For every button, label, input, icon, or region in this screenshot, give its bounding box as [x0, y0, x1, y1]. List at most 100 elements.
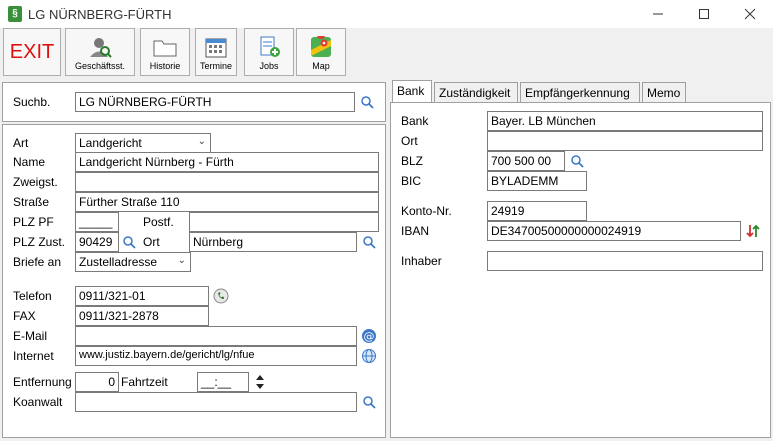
search-panel: Suchb. LG NÜRNBERG-FÜRTH [2, 82, 386, 122]
ort-search-button[interactable] [359, 232, 379, 252]
briefe-value: Zustelladresse [79, 255, 158, 269]
exit-button[interactable]: EXIT [3, 28, 61, 76]
fax-label: FAX [13, 309, 36, 323]
konto-label: Konto-Nr. [401, 204, 452, 218]
bank-label: Bank [401, 114, 429, 128]
search-label: Suchb. [13, 95, 51, 109]
ort-label: Ort [143, 235, 160, 249]
close-button[interactable] [727, 0, 773, 28]
historie-label: Historie [149, 61, 181, 71]
magnifier-icon [363, 396, 376, 409]
strasse-input[interactable]: Fürther Straße 110 [75, 192, 379, 212]
telefon-input[interactable]: 0911/321-01 [75, 286, 209, 306]
iban-convert-button[interactable] [743, 221, 763, 241]
bank-panel: Bank Bayer. LB München Ort BLZ 700 500 0… [390, 102, 771, 438]
blz-search-button[interactable] [567, 151, 587, 171]
entfernung-input[interactable]: 0 [75, 372, 119, 392]
jobs-document-icon [257, 36, 281, 58]
email-input[interactable] [75, 326, 357, 346]
koanwalt-input[interactable] [75, 392, 357, 412]
internet-input[interactable]: www.justiz.bayern.de/gericht/lg/nfue [75, 346, 357, 366]
inhaber-input[interactable] [487, 251, 763, 271]
tab-bank[interactable]: Bank [392, 80, 432, 102]
briefe-label: Briefe an [13, 255, 62, 269]
map-button[interactable]: Map [296, 28, 346, 76]
strasse-label: Straße [13, 195, 50, 209]
postf-label: Postf. [143, 215, 174, 229]
postf-input[interactable] [189, 212, 379, 232]
tab-zustaendigkeit[interactable]: Zuständigkeit [434, 82, 518, 102]
art-select[interactable]: Landgericht ⌄ [75, 133, 211, 153]
konto-input[interactable]: 24919 [487, 201, 587, 221]
bic-input[interactable]: BYLADEMM [487, 171, 587, 191]
open-website-button[interactable] [359, 346, 379, 366]
minimize-button[interactable] [635, 0, 681, 28]
phone-icon [213, 288, 229, 304]
search-button[interactable] [357, 92, 377, 112]
title-bar: § LG NÜRNBERG-FÜRTH [0, 0, 773, 28]
search-input[interactable]: LG NÜRNBERG-FÜRTH [75, 92, 355, 112]
blz-input[interactable]: 700 500 00 [487, 151, 565, 171]
telefon-label: Telefon [13, 289, 52, 303]
internet-label: Internet [13, 349, 54, 363]
fax-input[interactable]: 0911/321-2878 [75, 306, 209, 326]
fahrzeit-spinner[interactable] [251, 372, 269, 392]
calendar-icon [204, 36, 228, 58]
geschaeftsstelle-button[interactable]: Geschäftsst. [65, 28, 135, 76]
jobs-label: Jobs [259, 61, 279, 71]
svg-text:@: @ [364, 330, 375, 343]
dial-button[interactable] [211, 286, 231, 306]
magnifier-icon [363, 236, 376, 249]
art-label: Art [13, 136, 29, 150]
address-form-panel: Art Landgericht ⌄ Name Landgericht Nürnb… [2, 124, 386, 438]
plzzust-label: PLZ Zust. [13, 235, 66, 249]
magnifier-icon [571, 155, 584, 168]
person-search-icon [88, 36, 112, 58]
koanwalt-search-button[interactable] [359, 392, 379, 412]
jobs-button[interactable]: Jobs [244, 28, 294, 76]
maximize-icon [699, 9, 709, 19]
map-label: Map [312, 61, 330, 71]
tab-memo[interactable]: Memo [642, 82, 686, 102]
app-icon: § [8, 6, 22, 22]
email-label: E-Mail [13, 329, 48, 343]
iban-input[interactable]: DE34700500000000024919 [487, 221, 741, 241]
inhaber-label: Inhaber [401, 254, 442, 268]
spin-arrows-icon [256, 375, 264, 389]
bank-ort-input[interactable] [487, 131, 763, 151]
maximize-button[interactable] [681, 0, 727, 28]
send-email-button[interactable]: @ [359, 326, 379, 346]
bank-ort-label: Ort [401, 134, 418, 148]
historie-button[interactable]: Historie [140, 28, 190, 76]
ort-input[interactable]: Nürnberg [189, 232, 357, 252]
window-title: LG NÜRNBERG-FÜRTH [28, 7, 172, 22]
folder-icon [153, 36, 177, 58]
briefe-select[interactable]: Zustelladresse ⌄ [75, 252, 191, 272]
minimize-icon [653, 13, 663, 15]
koanwalt-label: Koanwalt [13, 395, 63, 409]
magnifier-icon [361, 96, 374, 109]
bic-label: BIC [401, 174, 422, 188]
swap-arrows-icon [746, 224, 760, 238]
name-input[interactable]: Landgericht Nürnberg - Fürth [75, 152, 379, 172]
bank-input[interactable]: Bayer. LB München [487, 111, 763, 131]
close-icon [744, 8, 756, 20]
iban-label: IBAN [401, 224, 430, 238]
tab-empfaengerkennung[interactable]: Empfängerkennung [520, 82, 640, 102]
magnifier-icon [123, 236, 136, 249]
zweigst-input[interactable] [75, 172, 379, 192]
globe-icon [362, 349, 376, 363]
fahrzeit-input[interactable]: __:__ [197, 372, 249, 392]
geschaeftsstelle-label: Geschäftsst. [74, 61, 126, 71]
art-value: Landgericht [79, 136, 142, 150]
name-label: Name [13, 155, 46, 169]
plzzust-input[interactable]: 90429 [75, 232, 119, 252]
plz-search-button[interactable] [119, 232, 139, 252]
toolbar: EXIT Geschäftsst. Historie Termine Jobs … [0, 28, 773, 80]
zweigst-label: Zweigst. [13, 175, 58, 189]
at-sign-icon: @ [362, 329, 376, 343]
plzpf-input[interactable]: _____ [75, 212, 119, 232]
termine-label: Termine [199, 61, 232, 71]
plzpf-label: PLZ PF [13, 215, 54, 229]
termine-button[interactable]: Termine [195, 28, 237, 76]
